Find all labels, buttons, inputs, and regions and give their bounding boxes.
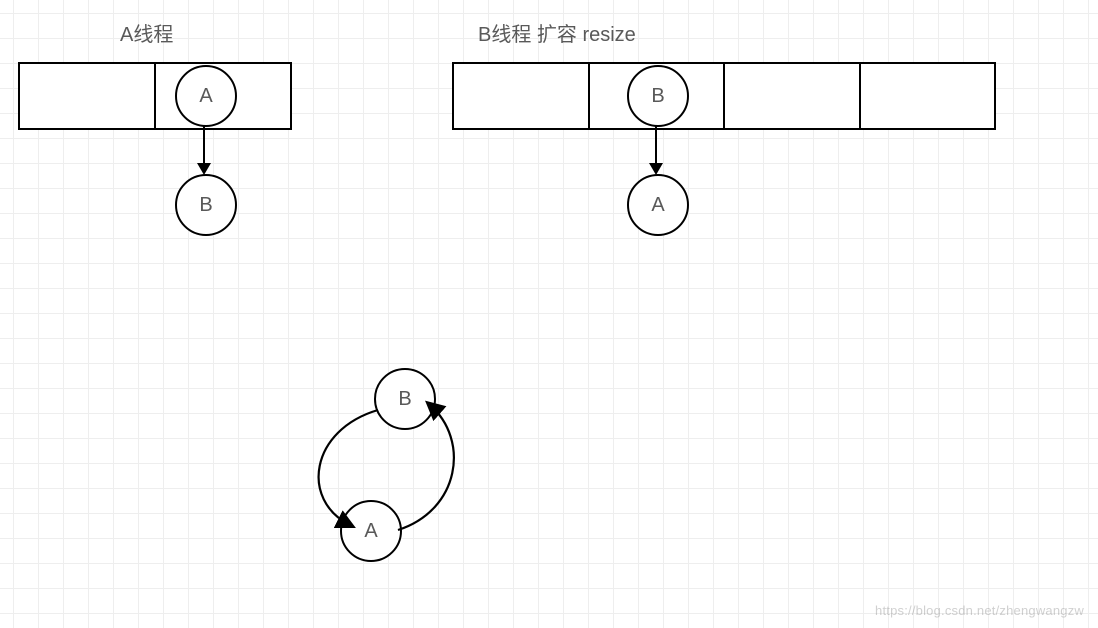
cycle-arrows-icon	[290, 360, 510, 580]
left-array	[18, 62, 292, 130]
left-cell-0	[20, 64, 156, 128]
right-cell-3	[861, 64, 995, 128]
right-cell-0	[454, 64, 590, 128]
watermark-text: https://blog.csdn.net/zhengwangzw	[875, 603, 1084, 618]
right-slot-node: B	[627, 65, 689, 127]
left-slot-node: A	[175, 65, 237, 127]
right-array	[452, 62, 996, 130]
diagram-stage: A线程 B线程 扩容 resize A B B A B A	[0, 0, 1098, 628]
left-chain-node: B	[175, 174, 237, 236]
right-chain-node: A	[627, 174, 689, 236]
left-title: A线程	[120, 18, 173, 47]
right-title: B线程 扩容 resize	[478, 18, 636, 47]
right-cell-2	[725, 64, 861, 128]
